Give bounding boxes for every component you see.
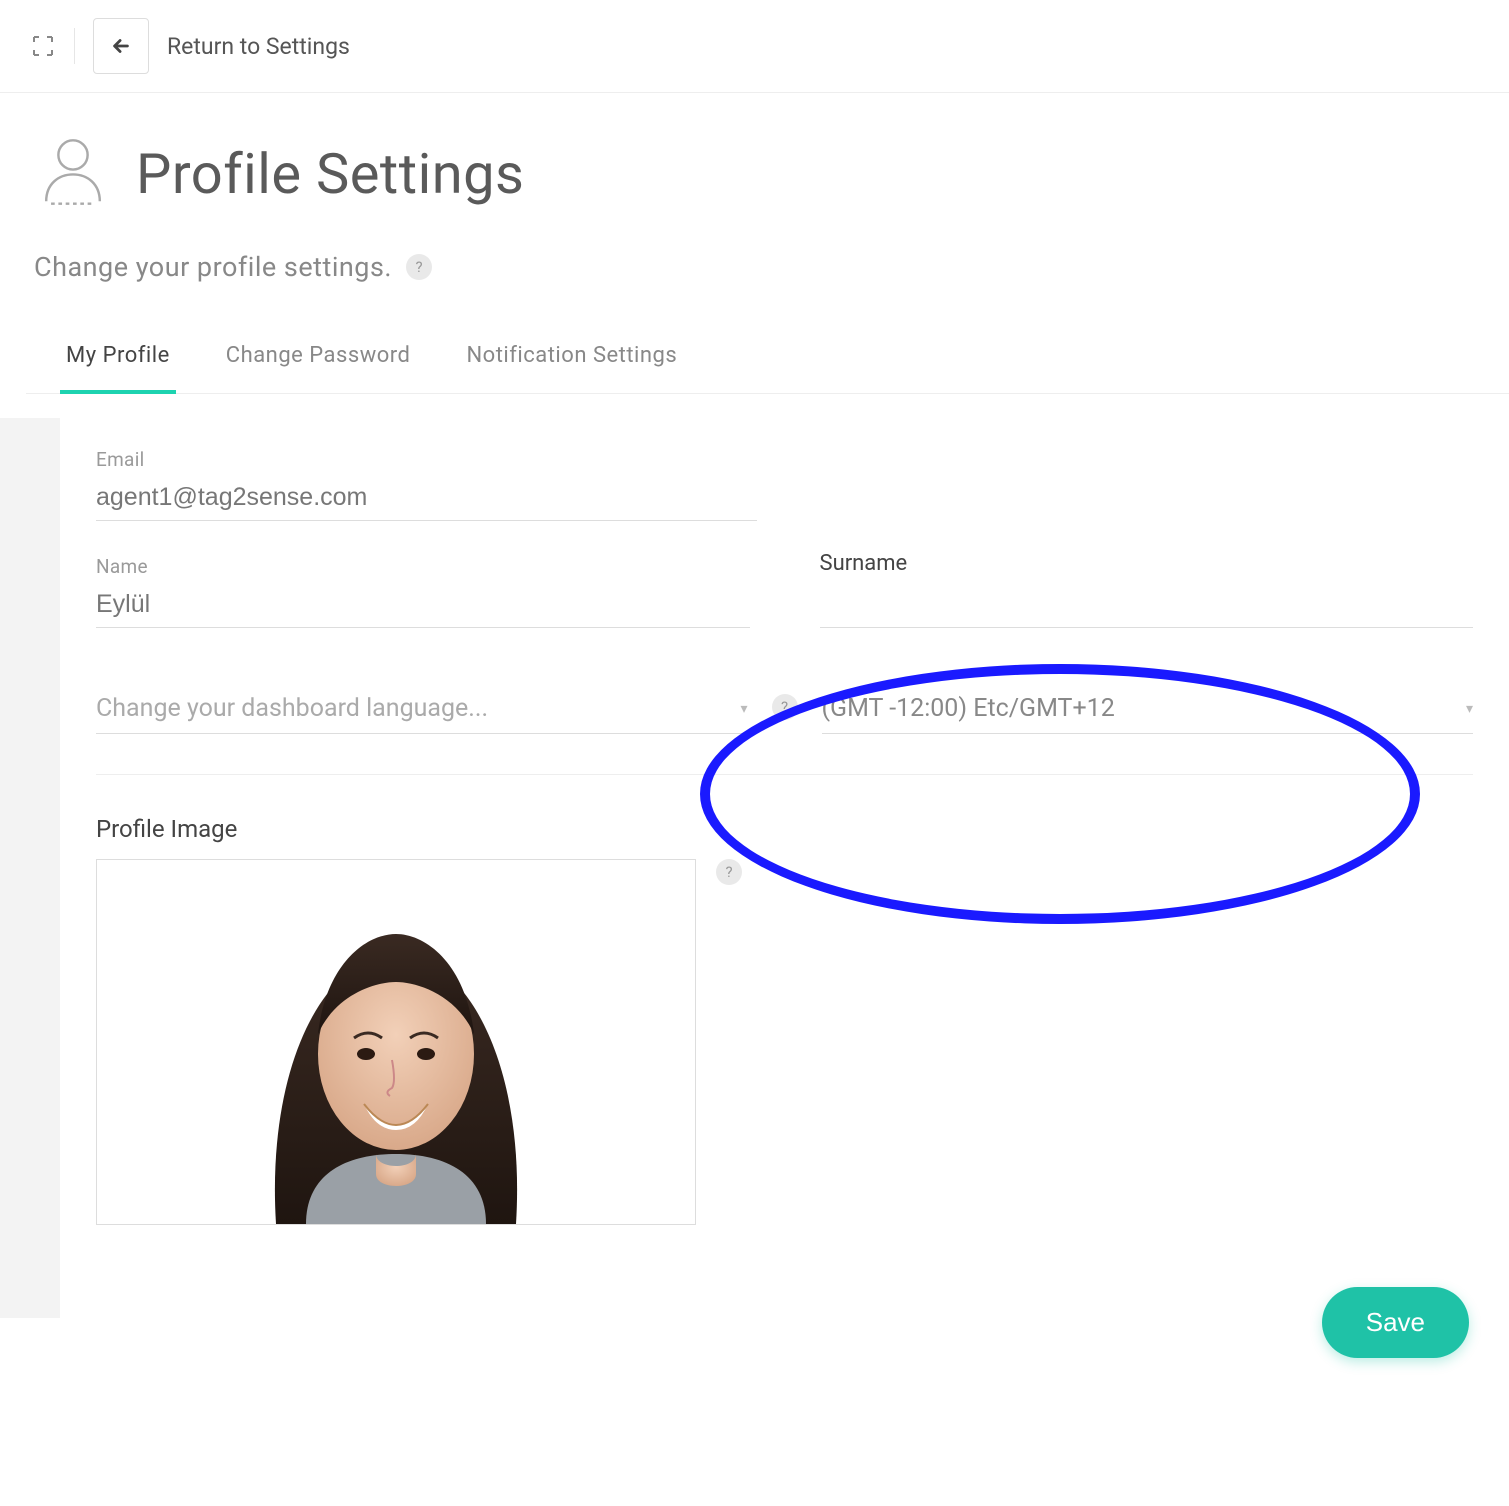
tab-my-profile[interactable]: My Profile xyxy=(60,343,176,394)
divider xyxy=(96,774,1473,775)
email-label: Email xyxy=(96,448,757,471)
chevron-down-icon: ▾ xyxy=(1466,701,1473,717)
name-field-group: Name xyxy=(96,555,750,628)
name-input[interactable] xyxy=(96,582,750,628)
back-button[interactable] xyxy=(93,18,149,74)
email-input[interactable] xyxy=(96,475,757,521)
timezone-select[interactable]: (GMT -12:00) Etc/GMT+12 ▾ xyxy=(822,684,1474,734)
timezone-select-value: (GMT -12:00) Etc/GMT+12 xyxy=(822,694,1115,723)
page-subheader: Change your profile settings. ? xyxy=(0,221,1509,283)
profile-image-upload[interactable] xyxy=(96,859,696,1225)
tab-change-password[interactable]: Change Password xyxy=(220,343,417,394)
separator xyxy=(74,28,75,64)
surname-label: Surname xyxy=(820,551,1474,576)
page-title: Profile Settings xyxy=(136,141,524,207)
tabs: My Profile Change Password Notification … xyxy=(26,283,1509,394)
profile-icon xyxy=(34,133,112,215)
email-field-group: Email xyxy=(96,448,757,521)
content-area: Email Name Surname Change your dashboard… xyxy=(0,418,1509,1318)
topbar: Return to Settings xyxy=(0,0,1509,93)
help-icon[interactable]: ? xyxy=(772,694,798,720)
chevron-down-icon: ▾ xyxy=(740,701,747,717)
save-button[interactable]: Save xyxy=(1322,1287,1469,1358)
language-select[interactable]: Change your dashboard language... ▾ xyxy=(96,684,748,734)
fullscreen-icon[interactable] xyxy=(30,33,56,59)
panel-footer: Save xyxy=(1322,1287,1469,1358)
help-icon[interactable]: ? xyxy=(406,254,432,280)
surname-field-group: Surname xyxy=(820,551,1474,628)
surname-input[interactable] xyxy=(820,582,1474,628)
page-header: Profile Settings xyxy=(0,93,1509,221)
help-icon[interactable]: ? xyxy=(716,859,742,885)
return-link[interactable]: Return to Settings xyxy=(167,33,350,60)
subheader-text: Change your profile settings. xyxy=(34,251,392,283)
avatar-image xyxy=(216,864,576,1224)
tab-notification-settings[interactable]: Notification Settings xyxy=(460,343,683,394)
profile-image-label: Profile Image xyxy=(96,815,1473,843)
name-label: Name xyxy=(96,555,750,578)
profile-panel: Email Name Surname Change your dashboard… xyxy=(60,418,1509,1318)
language-field-group: Change your dashboard language... ▾ xyxy=(96,684,748,734)
language-select-value: Change your dashboard language... xyxy=(96,694,488,723)
timezone-field-group: (GMT -12:00) Etc/GMT+12 ▾ xyxy=(822,684,1474,734)
